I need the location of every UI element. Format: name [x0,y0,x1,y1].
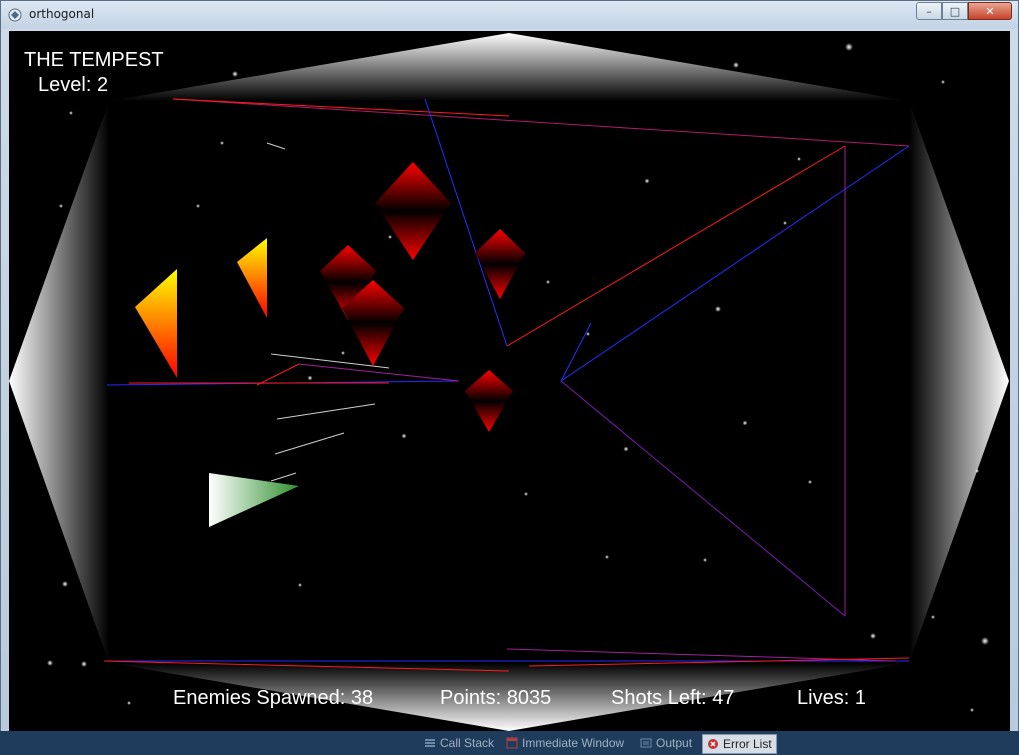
tunnel-wall-right [909,101,1009,663]
call-stack-tab[interactable]: Call Stack [424,734,494,752]
game-scene [9,33,1009,731]
immediate-window-tab[interactable]: Immediate Window [506,734,624,752]
output-label: Output [656,736,693,750]
error-list-label: Error List [723,737,772,751]
immediate-window-icon [506,737,518,749]
game-title: THE TEMPEST [24,49,164,71]
lives-stat: Lives: 1 [797,687,866,710]
level-value: 2 [96,74,109,96]
app-icon [8,8,22,22]
call-stack-icon [425,739,435,747]
output-tab[interactable]: Output [640,734,692,752]
level-label: Level: [38,74,92,96]
lives-label: Lives: [797,687,850,709]
output-icon [640,738,652,748]
points-value: 8035 [506,687,552,709]
shots-left-stat: Shots Left: 47 [611,687,734,710]
tunnel-wall-top [109,33,909,101]
app-window: orthogonal – □ ✕ THE TEMPEST Level: 2 En… [0,0,1019,755]
window-title: orthogonal [29,7,95,21]
error-list-icon [708,739,718,749]
maximize-button[interactable]: □ [942,2,968,20]
minimize-button[interactable]: – [916,2,942,20]
title-bar[interactable]: orthogonal – □ ✕ [1,1,1018,29]
points-stat: Points: 8035 [440,687,551,710]
enemies-spawned-label: Enemies Spawned: [173,687,346,709]
enemies-spawned-stat: Enemies Spawned: 38 [173,687,373,710]
tunnel-wall-left [9,101,109,663]
immediate-window-label: Immediate Window [522,736,625,750]
window-controls: – □ ✕ [916,2,1012,22]
lives-value: 1 [854,687,866,709]
close-button[interactable]: ✕ [968,2,1012,20]
status-bar: Enemies Spawned: 38 Points: 8035 Shots L… [9,687,1010,713]
ide-tool-tabs: Call Stack Immediate Window Output Error… [0,731,1019,755]
level-indicator: Level: 2 [38,73,108,97]
call-stack-label: Call Stack [440,736,495,750]
shots-left-label: Shots Left: [611,687,707,709]
shots-left-value: 47 [712,687,735,709]
points-label: Points: [440,687,502,709]
game-canvas[interactable]: THE TEMPEST Level: 2 Enemies Spawned: 38… [9,31,1010,732]
tunnel-interior [109,101,909,663]
enemies-spawned-value: 38 [350,687,374,709]
error-list-tab[interactable]: Error List [702,734,777,754]
